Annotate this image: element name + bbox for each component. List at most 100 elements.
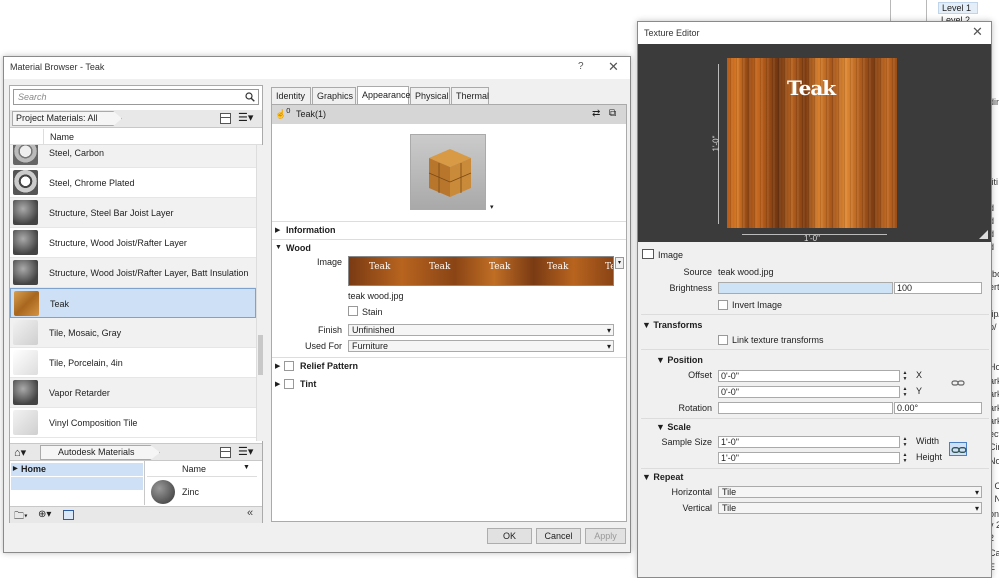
create-material-icon[interactable]: ⊕▾ [38, 509, 51, 520]
close-button[interactable]: ✕ [608, 59, 619, 75]
close-button[interactable]: ✕ [972, 24, 983, 40]
collapse-icon[interactable]: « [247, 507, 253, 519]
expand-icon: ▶ [275, 381, 281, 388]
material-row[interactable]: Tile, Mosaic, Gray [10, 318, 256, 348]
invert-image-label: Invert Image [732, 300, 783, 310]
toggle-panel-icon[interactable] [220, 113, 231, 124]
material-name: Tile, Porcelain, 4in [49, 358, 123, 368]
search-icon[interactable] [245, 92, 255, 102]
finish-dropdown[interactable]: Unfinished [348, 324, 614, 336]
offset-x-spinner[interactable]: ▲ ▼ [901, 370, 909, 382]
toggle-panel-icon[interactable] [220, 447, 231, 458]
list-scrollbar[interactable] [256, 145, 263, 441]
offset-x-input[interactable]: 0'-0" [718, 370, 900, 382]
source-value[interactable]: teak wood.jpg [718, 267, 774, 277]
cancel-button[interactable]: Cancel [536, 528, 581, 544]
library-column-name[interactable]: Name [182, 464, 206, 474]
height-spinner[interactable]: ▲ ▼ [901, 452, 909, 464]
apply-button[interactable]: Apply [585, 528, 626, 544]
column-header-name[interactable]: Name [50, 132, 74, 142]
tab-graphics[interactable]: Graphics [312, 87, 356, 105]
link-offset-icon[interactable] [951, 378, 965, 388]
material-thumbnail [13, 350, 38, 375]
material-row[interactable]: Steel, Carbon [10, 145, 256, 168]
library-tree-home[interactable]: Home [11, 463, 143, 476]
repeat-section[interactable]: ▼ Repeat [642, 472, 683, 482]
transforms-section[interactable]: ▼ Transforms [642, 320, 702, 330]
material-thumbnail [13, 260, 38, 285]
used-for-dropdown[interactable]: Furniture [348, 340, 614, 352]
material-row[interactable]: Structure, Steel Bar Joist Layer [10, 198, 256, 228]
help-button[interactable]: ? [578, 61, 584, 72]
replace-asset-icon[interactable]: ⇄ [592, 108, 600, 119]
section-title: Transforms [653, 320, 703, 330]
material-row[interactable]: Structure, Wood Joist/Rafter Layer, Batt… [10, 258, 256, 288]
resize-grip-icon[interactable] [979, 230, 988, 239]
open-library-icon[interactable]: 🗀▾ [14, 509, 28, 526]
tab-physical[interactable]: Physical [410, 87, 450, 105]
asset-browser-icon[interactable] [63, 510, 74, 520]
search-input[interactable]: Search [13, 89, 259, 105]
rotation-label: Rotation [678, 403, 712, 413]
image-dropdown-button[interactable]: ▾ [615, 257, 624, 269]
library-item[interactable]: Zinc [147, 478, 257, 506]
cube-preview-icon [428, 149, 472, 197]
texture-filename: teak wood.jpg [348, 291, 404, 301]
height-dimension-label: 1'-0" [711, 135, 721, 152]
preview-options-icon[interactable]: ▾ [490, 203, 494, 211]
brightness-slider[interactable] [718, 282, 893, 294]
section-information[interactable]: ▶ Information [272, 221, 626, 238]
position-section[interactable]: ▼ Position [656, 355, 703, 365]
material-row[interactable]: Steel, Chrome Plated [10, 168, 256, 198]
tree-item-level-1[interactable]: Level 1 [938, 2, 978, 14]
material-name: Structure, Wood Joist/Rafter Layer [49, 238, 187, 248]
offset-y-input[interactable]: 0'-0" [718, 386, 900, 398]
sort-dropdown-icon[interactable]: ▼ [243, 464, 250, 471]
rotation-slider[interactable] [718, 402, 893, 414]
tint-checkbox[interactable] [284, 379, 294, 389]
invert-image-checkbox[interactable] [718, 300, 728, 310]
view-options-icon[interactable]: ☰▾ [238, 113, 253, 124]
tab-thermal[interactable]: Thermal [451, 87, 489, 105]
asset-users-icon: ☝0 [275, 106, 291, 119]
link-scale-icon[interactable] [949, 442, 967, 456]
texture-word: Teak [547, 262, 569, 272]
window-title: Material Browser - Teak [10, 62, 105, 72]
tab-identity[interactable]: Identity [271, 87, 311, 105]
window-title: Texture Editor [644, 28, 700, 38]
vertical-repeat-dropdown[interactable]: Tile [718, 502, 982, 514]
scroll-thumb[interactable] [258, 335, 263, 375]
horizontal-label: Horizontal [671, 487, 712, 497]
tab-appearance[interactable]: Appearance [357, 86, 411, 106]
relief-pattern-checkbox[interactable] [284, 361, 294, 371]
search-placeholder: Search [18, 92, 47, 102]
section-relief-pattern[interactable]: ▶ Relief Pattern [272, 357, 626, 374]
offset-y-spinner[interactable]: ▲ ▼ [901, 386, 909, 398]
material-row[interactable]: Tile, Porcelain, 4in [10, 348, 256, 378]
section-tint[interactable]: ▶ Tint [272, 376, 626, 393]
scale-section[interactable]: ▼ Scale [656, 422, 691, 432]
width-input[interactable]: 1'-0" [718, 436, 900, 448]
height-input[interactable]: 1'-0" [718, 452, 900, 464]
home-icon[interactable]: ⌂▾ [14, 446, 26, 459]
link-transforms-checkbox[interactable] [718, 335, 728, 345]
duplicate-asset-icon[interactable]: ⧉ [609, 108, 616, 119]
brightness-input[interactable]: 100 [894, 282, 982, 294]
texture-image-thumbnail[interactable]: Teak Teak Teak Teak Teak [348, 256, 614, 286]
ok-button[interactable]: OK [487, 528, 532, 544]
material-list: Steel, Carbon Steel, Chrome Plated Structu… [10, 145, 256, 441]
material-row[interactable]: Teak [10, 288, 256, 318]
width-spinner[interactable]: ▲ ▼ [901, 436, 909, 448]
section-wood[interactable]: ▼ Wood [272, 239, 626, 256]
texture-preview-canvas[interactable]: 1'-0" Teak 1'-0" [638, 44, 991, 243]
material-row[interactable]: Structure, Wood Joist/Rafter Layer [10, 228, 256, 258]
material-row[interactable]: Vapor Retarder [10, 378, 256, 408]
material-row[interactable]: Vinyl Composition Tile [10, 408, 256, 438]
horizontal-repeat-dropdown[interactable]: Tile [718, 486, 982, 498]
material-editor-pane: Identity Graphics Appearance Physical Therma… [269, 85, 629, 523]
library-name: Autodesk Materials [58, 447, 135, 457]
view-options-icon[interactable]: ☰▾ [238, 447, 253, 458]
stain-checkbox[interactable] [348, 306, 358, 316]
rotation-input[interactable]: 0.00° [894, 402, 982, 414]
texture-swatch[interactable]: Teak [727, 58, 897, 228]
